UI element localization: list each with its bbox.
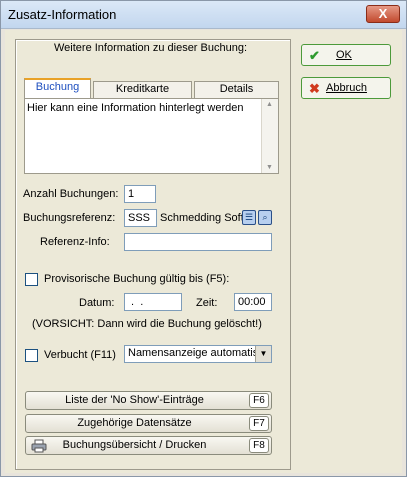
print-overview-label: Buchungsübersicht / Drucken xyxy=(62,439,207,451)
referenz-search-button[interactable]: ⌕ xyxy=(258,210,272,225)
ok-button[interactable]: ✔ OK xyxy=(301,44,391,66)
x-icon: ✖ xyxy=(309,81,320,96)
warning-text: (VORSICHT: Dann wird die Buchung gelösch… xyxy=(32,318,262,330)
related-records-button[interactable]: Zugehörige Datensätze F7 xyxy=(25,414,272,433)
referenzinfo-input[interactable] xyxy=(124,233,272,251)
referenz-list-button[interactable]: ☰ xyxy=(242,210,256,225)
tab-kreditkarte[interactable]: Kreditkarte xyxy=(93,81,192,98)
anzahl-label: Anzahl Buchungen: xyxy=(23,188,119,200)
print-overview-key: F8 xyxy=(249,438,269,453)
info-textarea-panel: Hier kann eine Information hinterlegt we… xyxy=(24,98,279,174)
close-icon: X xyxy=(378,6,388,21)
provisorisch-checkbox[interactable] xyxy=(25,273,38,286)
namensanzeige-select[interactable]: Namensanzeige automatisch ▼ xyxy=(124,345,272,363)
close-button[interactable]: X xyxy=(366,5,400,23)
info-textarea[interactable]: Hier kann eine Information hinterlegt we… xyxy=(25,99,261,173)
print-overview-button[interactable]: Buchungsübersicht / Drucken F8 xyxy=(25,436,272,455)
scroll-down-icon[interactable]: ▼ xyxy=(266,164,273,171)
title-bar: Zusatz-Information X xyxy=(1,1,406,29)
textarea-scrollbar[interactable]: ▲ ▼ xyxy=(261,99,278,173)
provisorisch-label: Provisorische Buchung gültig bis (F5): xyxy=(44,273,230,285)
search-icon: ⌕ xyxy=(262,212,268,222)
zeit-input[interactable]: 00:00 xyxy=(234,293,272,311)
noshow-list-label: Liste der 'No Show'-Einträge xyxy=(65,394,204,406)
noshow-list-button[interactable]: Liste der 'No Show'-Einträge F6 xyxy=(25,391,272,410)
tab-buchung[interactable]: Buchung xyxy=(24,78,91,98)
referenz-label: Buchungsreferenz: xyxy=(23,212,116,224)
related-records-label: Zugehörige Datensätze xyxy=(77,417,192,429)
referenz-company: Schmedding Soft xyxy=(160,212,244,224)
window-title: Zusatz-Information xyxy=(8,7,117,22)
cancel-label: Abbruch xyxy=(326,82,367,94)
referenzinfo-label: Referenz-Info: xyxy=(40,236,110,248)
datum-input[interactable]: . . xyxy=(124,293,182,311)
anzahl-input[interactable]: 1 xyxy=(124,185,156,203)
datum-label: Datum: xyxy=(79,297,115,309)
verbucht-checkbox[interactable] xyxy=(25,349,38,362)
dialog-window: Zusatz-Information X Weitere Information… xyxy=(0,0,407,477)
referenz-input[interactable]: SSS xyxy=(124,209,157,227)
list-icon: ☰ xyxy=(244,212,254,222)
noshow-list-key: F6 xyxy=(249,393,269,408)
namensanzeige-value: Namensanzeige automatisch xyxy=(128,347,255,359)
scroll-up-icon[interactable]: ▲ xyxy=(266,101,273,108)
dialog-client: Weitere Information zu dieser Buchung: B… xyxy=(5,30,402,473)
cancel-button[interactable]: ✖ Abbruch xyxy=(301,77,391,99)
chevron-down-icon[interactable]: ▼ xyxy=(255,346,271,362)
header-text: Weitere Information zu dieser Buchung: xyxy=(54,42,248,54)
ok-label: OK xyxy=(336,49,352,61)
related-records-key: F7 xyxy=(249,416,269,431)
zeit-label: Zeit: xyxy=(196,297,218,309)
tab-details[interactable]: Details xyxy=(194,81,279,98)
check-icon: ✔ xyxy=(309,48,320,63)
verbucht-label: Verbucht (F11) xyxy=(44,349,116,361)
